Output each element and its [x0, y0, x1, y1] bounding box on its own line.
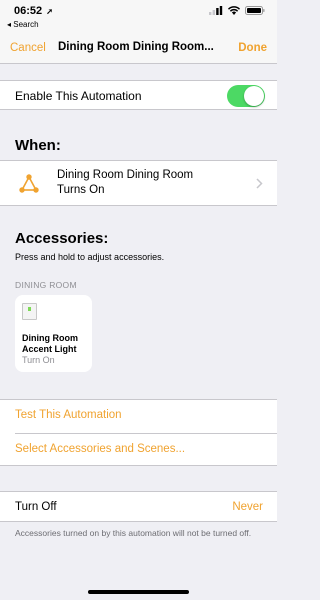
trigger-description: Dining Room Dining Room Turns On [57, 168, 237, 198]
light-switch-icon [22, 303, 37, 320]
select-accessories-button[interactable]: Select Accessories and Scenes... [15, 443, 185, 455]
accessory-name: Dining Room Accent Light [22, 333, 90, 355]
trigger-cell[interactable]: Dining Room Dining Room Turns On [0, 160, 277, 206]
trigger-triangle-icon [19, 174, 39, 193]
status-time: 06:52 ➚ [14, 5, 53, 17]
done-button[interactable]: Done [238, 42, 267, 54]
accessories-hint: Press and hold to adjust accessories. [15, 252, 165, 262]
status-bar: 06:52 ➚ ◂ Search [0, 0, 277, 34]
trigger-line-2: Turns On [57, 184, 105, 196]
back-to-app-link[interactable]: ◂ Search [7, 20, 39, 29]
page-title: Dining Room Dining Room... [58, 41, 214, 53]
trigger-line-1: Dining Room Dining Room [57, 169, 194, 181]
accessory-tile[interactable]: Dining Room Accent Light Turn On [15, 295, 92, 372]
home-indicator[interactable] [88, 590, 189, 594]
turn-off-label: Turn Off [15, 501, 57, 513]
cancel-button[interactable]: Cancel [10, 42, 46, 54]
actions-group: Test This Automation Select Accessories … [0, 399, 277, 466]
chevron-right-icon [256, 178, 263, 189]
turn-off-footer-note: Accessories turned on by this automation… [15, 528, 252, 538]
accessory-state: Turn On [22, 355, 55, 365]
test-automation-button[interactable]: Test This Automation [15, 409, 122, 421]
clock: 06:52 [14, 5, 43, 17]
enable-automation-label: Enable This Automation [15, 89, 142, 103]
when-heading: When: [15, 137, 61, 154]
divider [15, 433, 277, 434]
accessory-name-line-1: Dining Room [22, 333, 78, 343]
enable-automation-cell: Enable This Automation [0, 80, 277, 110]
cellular-signal-icon [209, 6, 223, 15]
location-icon: ➚ [46, 7, 53, 16]
accessory-name-line-2: Accent Light [22, 344, 77, 354]
accessories-heading: Accessories: [15, 230, 109, 247]
turn-off-value: Never [232, 501, 263, 513]
switch-indicator [28, 307, 31, 311]
toggle-knob [244, 86, 264, 106]
navigation-bar: Cancel Dining Room Dining Room... Done [0, 34, 277, 64]
turn-off-cell[interactable]: Turn Off Never [0, 491, 277, 522]
battery-icon [245, 6, 265, 15]
enable-automation-toggle[interactable] [227, 85, 265, 107]
wifi-icon [228, 6, 240, 15]
room-section-label: DINING ROOM [15, 280, 77, 290]
status-icons [209, 6, 265, 15]
